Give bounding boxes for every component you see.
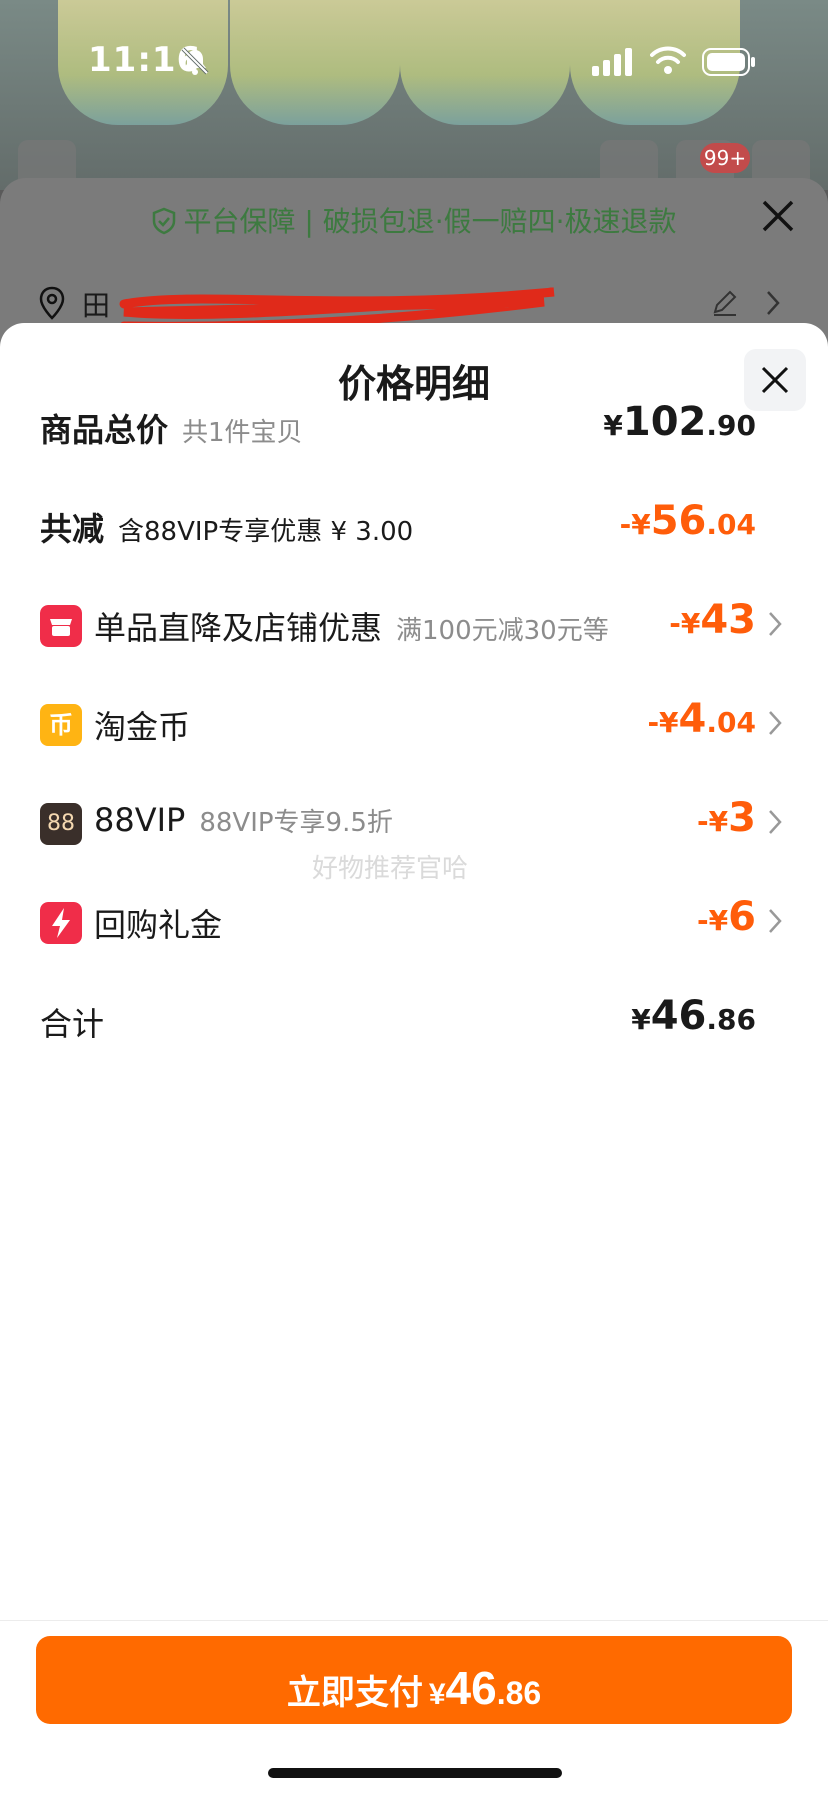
row-label: 单品直降及店铺优惠 [94,609,383,647]
chevron-right-icon [769,711,782,735]
cellular-signal-icon [592,48,632,76]
price-row-subtotal: 商品总价 共1件宝贝 ¥102.90 [40,399,790,459]
chevron-right-icon [769,909,782,933]
vip-icon: 88 [40,803,82,845]
price-row-repurchase-gift[interactable]: 回购礼金 -¥6 [40,894,790,954]
gift-icon [40,902,82,944]
price-row-total: 合计 ¥46.86 [40,993,790,1053]
row-amount: -¥43 [669,597,756,643]
coin-icon: 币 [40,704,82,746]
row-label: 商品总价 [40,411,169,449]
cart-count-badge: 99+ [700,143,750,173]
row-label: 淘金币 [94,708,191,746]
price-row-88vip[interactable]: 88 88VIP 88VIP专享9.5折 -¥3 [40,795,790,855]
guarantee-text: 平台保障 | 破损包退·假一赔四·极速退款 [183,205,677,238]
row-amount: -¥3 [697,795,756,841]
battery-icon [702,48,755,76]
row-amount: -¥6 [697,894,756,940]
close-icon [761,366,789,394]
price-row-total-discount: 共减 含88VIP专享优惠 ¥ 3.00 -¥56.04 [40,498,790,558]
row-amount: -¥56.04 [619,498,756,544]
shield-icon [153,207,176,235]
bell-muted-icon [181,47,209,75]
edit-icon[interactable] [710,288,740,318]
shop-icon [40,605,82,647]
row-label: 回购礼金 [94,906,223,944]
chevron-right-icon[interactable] [764,288,782,318]
row-sub-label: 88VIP专享9.5折 [199,808,393,838]
row-sub-label: 含88VIP专享优惠 ¥ 3.00 [118,517,414,547]
price-detail-sheet: 价格明细 商品总价 共1件宝贝 ¥102.90 共减 含88VIP专享优惠 ¥ 3.… [0,323,828,1796]
row-label: 共减 [40,510,105,548]
pay-now-button[interactable]: 立即支付 ¥46.86 [36,1636,792,1724]
wifi-icon [650,46,686,74]
close-icon[interactable] [760,198,796,234]
chevron-right-icon [769,612,782,636]
row-amount: ¥46.86 [631,993,756,1039]
row-sub-label: 满100元减30元等 [396,616,609,646]
location-pin-icon [39,286,65,320]
chevron-right-icon [769,810,782,834]
platform-guarantee-banner: 平台保障 | 破损包退·假一赔四·极速退款 [0,200,828,240]
row-amount: ¥102.90 [603,399,756,445]
price-row-taojinbi[interactable]: 币 淘金币 -¥4.04 [40,696,790,756]
shipping-address[interactable]: 田 [38,282,798,331]
pay-button-label: 立即支付 [286,1674,423,1712]
home-indicator[interactable] [268,1768,562,1778]
footer-divider [0,1620,828,1621]
row-amount: -¥4.04 [647,696,756,742]
row-sub-label: 共1件宝贝 [182,418,303,448]
price-row-shop-discount[interactable]: 单品直降及店铺优惠 满100元减30元等 -¥43 [40,597,790,657]
status-bar: 11:16 [0,0,828,120]
watermark: 好物推荐官哈 [312,854,469,884]
row-label: 88VIP [94,801,186,839]
row-label: 合计 [40,1005,105,1043]
